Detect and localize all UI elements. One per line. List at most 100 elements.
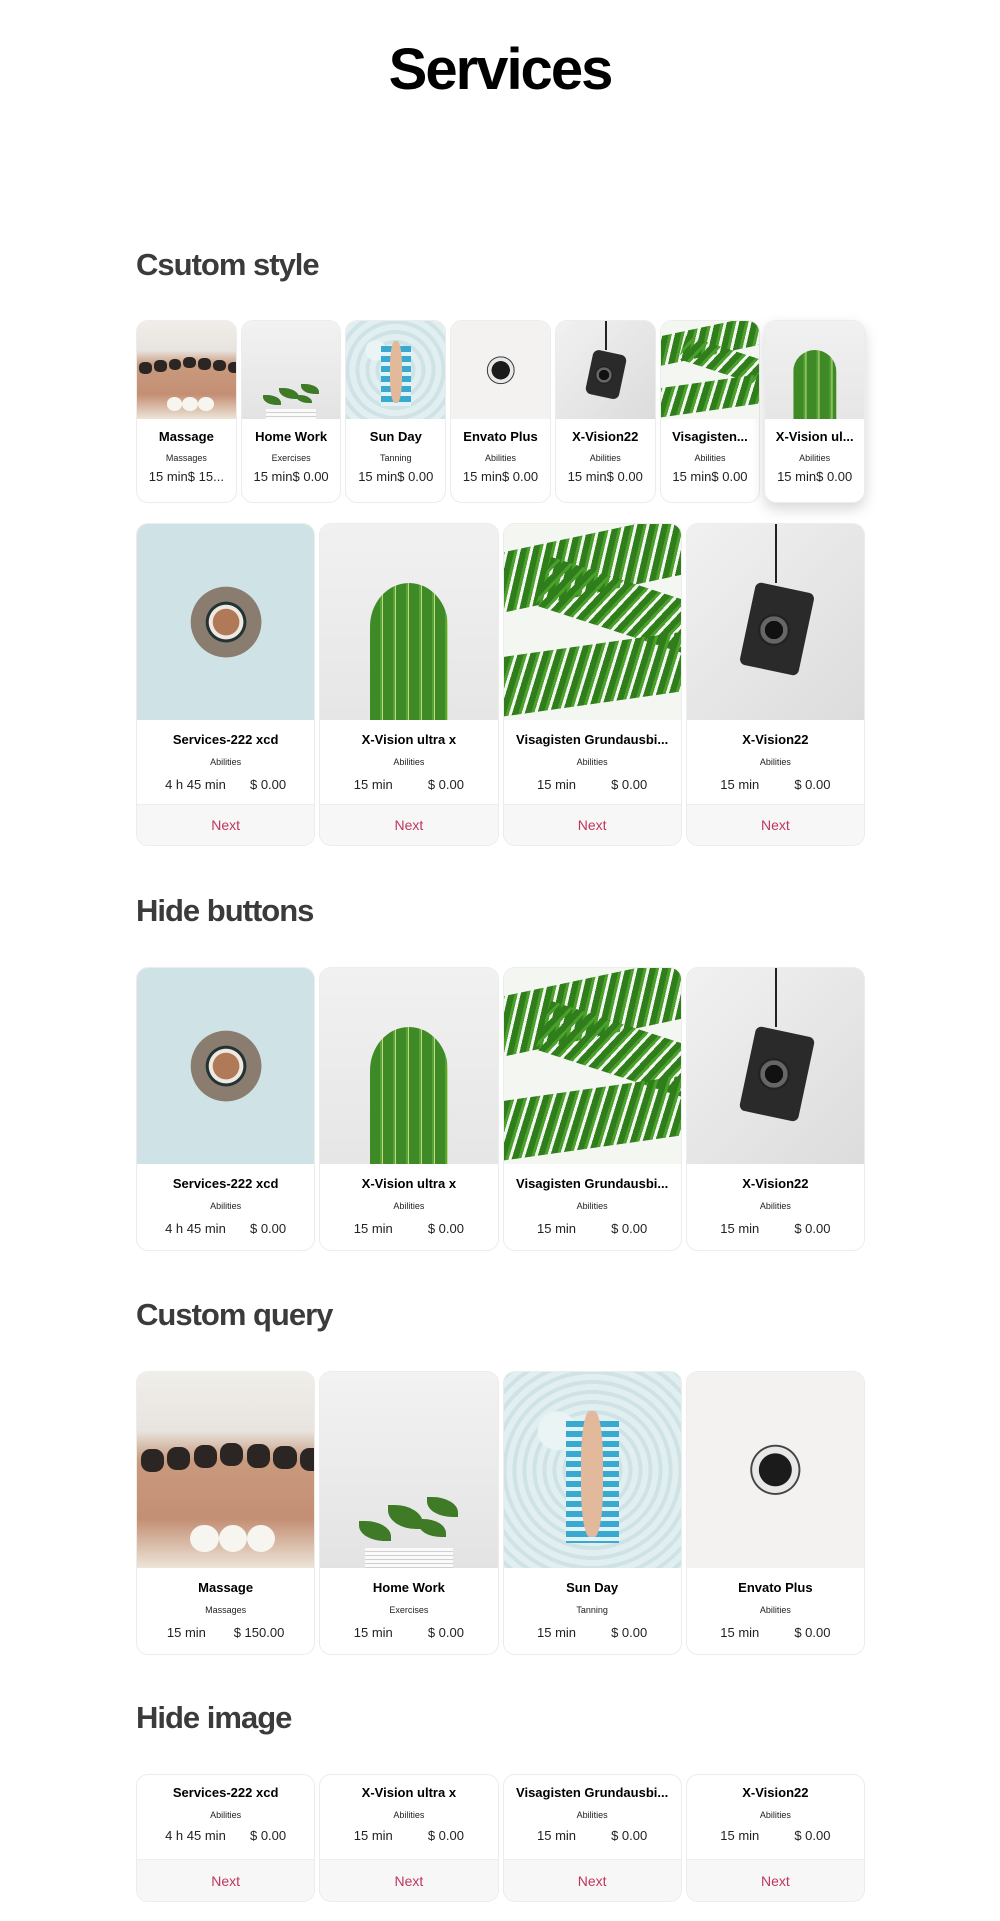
service-price: $ 0.00: [611, 1625, 648, 1640]
service-image: [137, 1372, 315, 1568]
service-name: Massage: [158, 429, 214, 444]
service-name: X-Vision22: [742, 1785, 809, 1800]
service-category: Tanning: [576, 1605, 608, 1615]
service-duration: 4 h 45 min: [165, 777, 226, 792]
service-price: $ 0.00: [427, 1625, 464, 1640]
homework-image: [320, 1372, 498, 1568]
section-title-hide-buttons: Hide buttons: [136, 893, 314, 928]
services-row-custom-style: Massage Massages 15 min $ 15... Home Work Exe…: [136, 320, 866, 503]
service-card[interactable]: Services-222 xcd Abilities 4 h 45 min $ 0.0…: [136, 1774, 316, 1902]
service-name: X-Vision ultra x: [361, 1785, 457, 1800]
services-row-hide-image: Services-222 xcd Abilities 4 h 45 min $ 0.0…: [136, 1774, 865, 1902]
service-price: $ 0.00: [794, 1625, 831, 1640]
service-category: Abilities: [759, 757, 791, 767]
next-button[interactable]: Next: [686, 1859, 864, 1901]
service-price: $ 0.00: [606, 469, 643, 484]
service-card[interactable]: Envato Plus Abilities 15 min $ 0.00: [450, 320, 551, 503]
section-title-custom-style: Csutom style: [136, 247, 320, 282]
service-image: [503, 968, 681, 1164]
service-category: Abilities: [210, 1810, 242, 1820]
coffee-cup-image: [451, 321, 550, 419]
service-card[interactable]: X-Vision ultra x Abilities 15 min $ 0.00 Nex…: [319, 523, 499, 846]
next-button[interactable]: Next: [320, 804, 498, 845]
service-name: Visagisten Grundausbi...: [516, 732, 669, 747]
next-button[interactable]: Next: [503, 1859, 681, 1901]
service-image: [320, 524, 498, 720]
service-name: X-Vision22: [742, 1176, 809, 1191]
service-price: $ 0.00: [794, 777, 831, 792]
massage-image: [137, 321, 236, 419]
service-card[interactable]: X-Vision ultra x Abilities 15 min $ 0.00 Nex…: [319, 1774, 499, 1902]
service-card[interactable]: Envato Plus Abilities 15 min $ 0.00: [685, 1371, 865, 1655]
service-duration: 15 min: [567, 469, 607, 484]
service-image: [137, 524, 315, 720]
service-duration: 15 min: [353, 1221, 393, 1236]
service-category: Abilities: [210, 1201, 242, 1211]
service-price: $ 0.00: [249, 777, 287, 792]
service-name: X-Vision ultra x: [361, 1176, 457, 1191]
service-card[interactable]: Massage Massages 15 min $ 15...: [136, 320, 237, 503]
service-name: Services-222 xcd: [172, 1785, 279, 1800]
section-title-custom-query: Custom query: [136, 1297, 333, 1332]
palm-leaves-image: [660, 321, 760, 419]
service-image: [320, 1372, 498, 1568]
service-card[interactable]: X-Vision22 Abilities 15 min $ 0.00 Next: [685, 523, 865, 846]
service-card[interactable]: Visagisten... Abilities 15 min $ 0.00: [659, 320, 761, 503]
massage-image: [137, 1372, 315, 1568]
service-image: [137, 968, 315, 1164]
service-card[interactable]: Services-222 xcd Abilities 4 h 45 min $ 0.0…: [136, 967, 316, 1251]
service-card[interactable]: X-Vision ul... Abilities 15 min $ 0.00: [764, 320, 866, 503]
service-image: [686, 968, 864, 1164]
service-card[interactable]: Home Work Exercises 15 min $ 0.00: [240, 320, 342, 503]
next-button[interactable]: Next: [137, 1859, 315, 1901]
service-card[interactable]: X-Vision22 Abilities 15 min $ 0.00 Next: [685, 1774, 865, 1902]
service-card[interactable]: Sun Day Tanning 15 min $ 0.00: [345, 320, 447, 503]
service-price: $ 0.00: [794, 1221, 831, 1236]
service-image: [451, 321, 550, 419]
service-price: $ 0.00: [816, 469, 853, 484]
cactus-image: [765, 321, 865, 419]
service-price: $ 15...: [187, 469, 224, 484]
service-duration: 15 min: [537, 777, 577, 792]
service-duration: 15 min: [720, 777, 760, 792]
service-category: Abilities: [210, 757, 242, 767]
next-button[interactable]: Next: [137, 804, 315, 845]
service-category: Abilities: [589, 453, 621, 463]
service-category: Abilities: [694, 453, 726, 463]
service-duration: 15 min: [353, 1625, 393, 1640]
service-card[interactable]: Massage Massages 15 min $ 150.00: [136, 1371, 316, 1655]
service-duration: 15 min: [720, 1221, 760, 1236]
service-category: Tanning: [380, 453, 412, 463]
service-card[interactable]: X-Vision22 Abilities 15 min $ 0.00: [554, 320, 656, 503]
service-duration: 15 min: [462, 469, 502, 484]
section-title-hide-image: Hide image: [136, 1700, 292, 1735]
service-card[interactable]: Visagisten Grundausbi... Abilities 15 min $…: [502, 967, 682, 1251]
service-name: Visagisten...: [672, 429, 748, 444]
services-row-with-buttons: Services-222 xcd Abilities 4 h 45 min $ 0.0…: [136, 523, 865, 846]
service-card[interactable]: Home Work Exercises 15 min $ 0.00: [319, 1371, 499, 1655]
coffee-cup-image: [137, 524, 315, 720]
next-button[interactable]: Next: [686, 804, 864, 845]
service-card[interactable]: Visagisten Grundausbi... Abilities 15 min $…: [502, 523, 682, 846]
service-duration: 15 min: [253, 469, 293, 484]
service-card[interactable]: X-Vision ultra x Abilities 15 min $ 0.00: [319, 967, 499, 1251]
service-duration: 15 min: [353, 1828, 393, 1843]
service-name: Home Work: [372, 1580, 445, 1595]
coffee-cup-image: [686, 1372, 864, 1568]
service-duration: 15 min: [358, 469, 398, 484]
service-duration: 15 min: [537, 1828, 577, 1843]
service-card[interactable]: Services-222 xcd Abilities 4 h 45 min $ 0.0…: [136, 523, 316, 846]
palm-leaves-image: [503, 524, 681, 720]
service-card[interactable]: Visagisten Grundausbi... Abilities 15 min $…: [502, 1774, 682, 1902]
cactus-image: [320, 524, 498, 720]
service-duration: 15 min: [777, 469, 817, 484]
next-button[interactable]: Next: [503, 804, 681, 845]
service-card[interactable]: Sun Day Tanning 15 min $ 0.00: [502, 1371, 682, 1655]
service-category: Abilities: [485, 453, 517, 463]
service-price: $ 0.00: [427, 777, 464, 792]
service-price: $ 0.00: [501, 469, 539, 484]
next-button[interactable]: Next: [320, 1859, 498, 1901]
service-card[interactable]: X-Vision22 Abilities 15 min $ 0.00: [685, 967, 865, 1251]
service-category: Massages: [165, 453, 207, 463]
service-price: $ 0.00: [611, 777, 648, 792]
